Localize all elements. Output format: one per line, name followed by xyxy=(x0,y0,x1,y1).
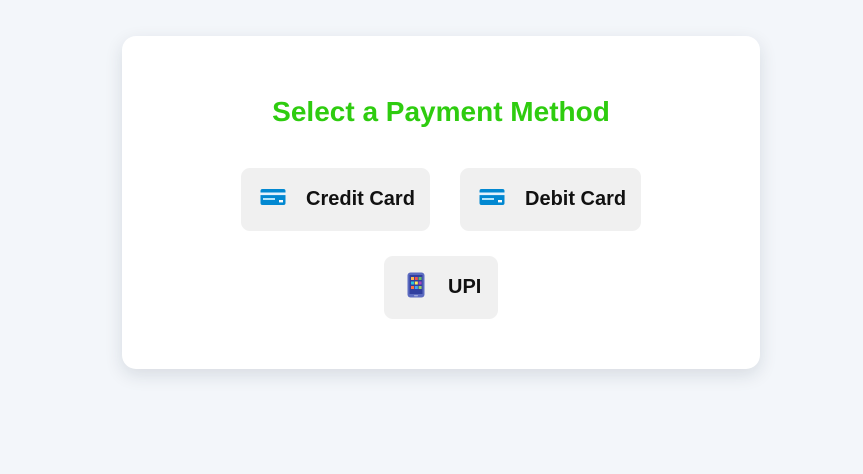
debit-card-label: Debit Card xyxy=(525,188,627,210)
upi-button[interactable]: UPI xyxy=(384,256,498,319)
credit-card-icon xyxy=(479,187,505,212)
debit-card-button[interactable]: Debit Card xyxy=(460,168,641,231)
credit-card-label: Credit Card xyxy=(306,188,415,210)
credit-card-icon xyxy=(260,187,286,212)
payment-method-card: Select a Payment Method Credit Card Debi… xyxy=(122,36,760,369)
credit-card-button[interactable]: Credit Card xyxy=(241,168,430,231)
mobile-phone-icon xyxy=(406,272,426,303)
page-title: Select a Payment Method xyxy=(272,96,610,127)
upi-label: UPI xyxy=(448,276,482,298)
